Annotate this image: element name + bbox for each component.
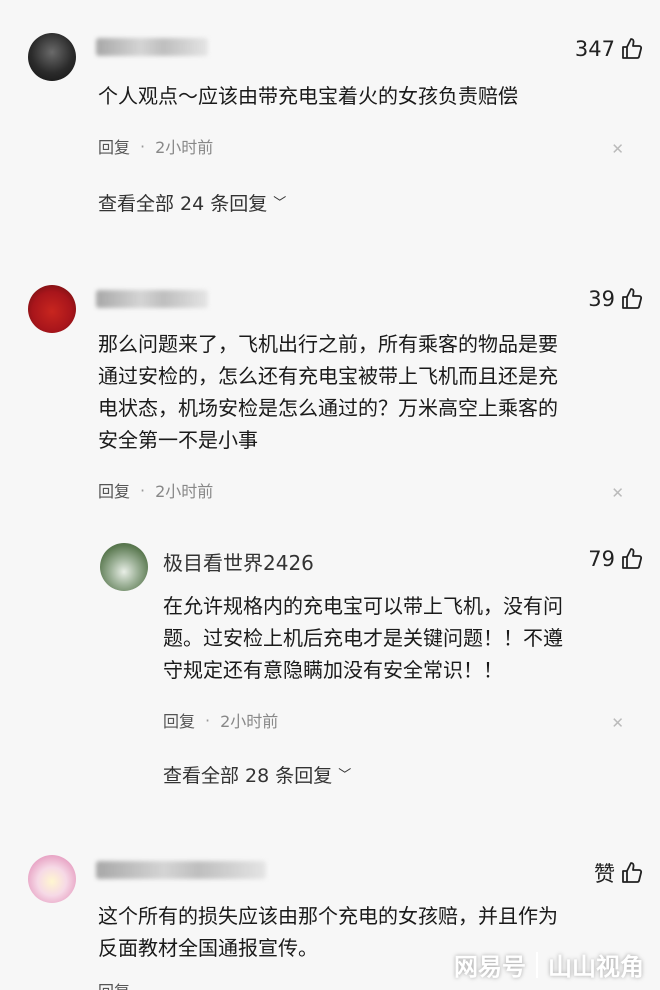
reply-button[interactable]: 回复 <box>98 978 130 990</box>
comment-line: 这个所有的损失应该由那个充电的女孩赔，并且作为 <box>98 904 558 928</box>
thumbs-up-icon <box>622 862 643 883</box>
avatar[interactable] <box>28 285 76 333</box>
thumbs-up-icon <box>622 548 643 569</box>
close-icon[interactable]: ✕ <box>611 484 624 502</box>
view-all-label: 查看全部 24 条回复 <box>98 193 268 215</box>
close-icon[interactable]: ✕ <box>611 714 624 732</box>
chevron-down-icon: ﹀ <box>273 196 287 211</box>
username-blurred <box>96 290 208 308</box>
comment-text: 那么问题来了，飞机出行之前，所有乘客的物品是要 通过安检的，怎么还有充电宝被带上… <box>98 328 558 456</box>
reply-button[interactable]: 回复 <box>98 134 130 158</box>
thumbs-up-icon <box>622 38 643 59</box>
close-icon[interactable]: ✕ <box>611 140 624 158</box>
separator: · <box>205 710 211 730</box>
comment-line: 那么问题来了，飞机出行之前，所有乘客的物品是要 <box>98 332 558 356</box>
comment-meta: 回复 · 2小时前 <box>163 708 278 732</box>
avatar[interactable] <box>28 855 76 903</box>
like-button[interactable]: 赞 <box>594 858 644 888</box>
username-blurred <box>96 38 208 56</box>
comment-text: 在允许规格内的充电宝可以带上飞机，没有问 题。过安检上机后充电才是关键问题！！不… <box>163 590 563 686</box>
watermark-author: 山山视角 <box>548 953 644 981</box>
like-count: 79 <box>588 547 615 571</box>
like-count: 347 <box>574 37 615 61</box>
like-button[interactable]: 79 <box>588 547 644 571</box>
comment-line: 安全第一不是小事 <box>98 428 258 452</box>
avatar[interactable] <box>100 543 148 591</box>
like-button[interactable]: 39 <box>588 287 644 311</box>
reply-button[interactable]: 回复 <box>163 708 195 732</box>
timestamp: 2小时前 <box>155 482 214 501</box>
comment-line: 在允许规格内的充电宝可以带上飞机，没有问 <box>163 594 563 618</box>
view-all-replies[interactable]: 查看全部 24 条回复 ﹀ <box>98 189 286 216</box>
username[interactable]: 极目看世界2426 <box>163 547 314 576</box>
like-button[interactable]: 347 <box>575 37 644 61</box>
view-all-label: 查看全部 28 条回复 <box>163 765 333 787</box>
comment-line: 电状态，机场安检是怎么通过的？万米高空上乘客的 <box>98 396 558 420</box>
watermark-platform: 网易号 <box>454 953 526 981</box>
like-count: 39 <box>588 287 615 311</box>
comment-meta: 回复 · 2小时前 <box>98 134 213 158</box>
timestamp: 2小时前 <box>220 712 279 731</box>
watermark-divider <box>536 951 538 978</box>
comment-line: 题。过安检上机后充电才是关键问题！！不遵 <box>163 626 563 650</box>
chevron-down-icon: ﹀ <box>338 768 352 783</box>
like-label: 赞 <box>594 862 615 886</box>
username-blurred <box>96 861 266 879</box>
timestamp: 2小时前 <box>155 138 214 157</box>
comment-line: 通过安检的，怎么还有充电宝被带上飞机而且还是充 <box>98 364 558 388</box>
separator: · <box>140 136 146 156</box>
separator: · <box>140 480 146 500</box>
reply-button[interactable]: 回复 <box>98 478 130 502</box>
comment-meta: 回复 · 2小时前 <box>98 478 213 502</box>
view-all-replies[interactable]: 查看全部 28 条回复 ﹀ <box>163 761 351 788</box>
comment-line: 守规定还有意隐瞒加没有安全常识！！ <box>163 658 503 682</box>
comment-meta: 回复 <box>98 978 130 990</box>
comment-text: 个人观点～应该由带充电宝着火的女孩负责赔偿 <box>98 84 518 108</box>
avatar[interactable] <box>28 33 76 81</box>
watermark: 网易号 山山视角 <box>454 947 644 982</box>
thumbs-up-icon <box>622 288 643 309</box>
